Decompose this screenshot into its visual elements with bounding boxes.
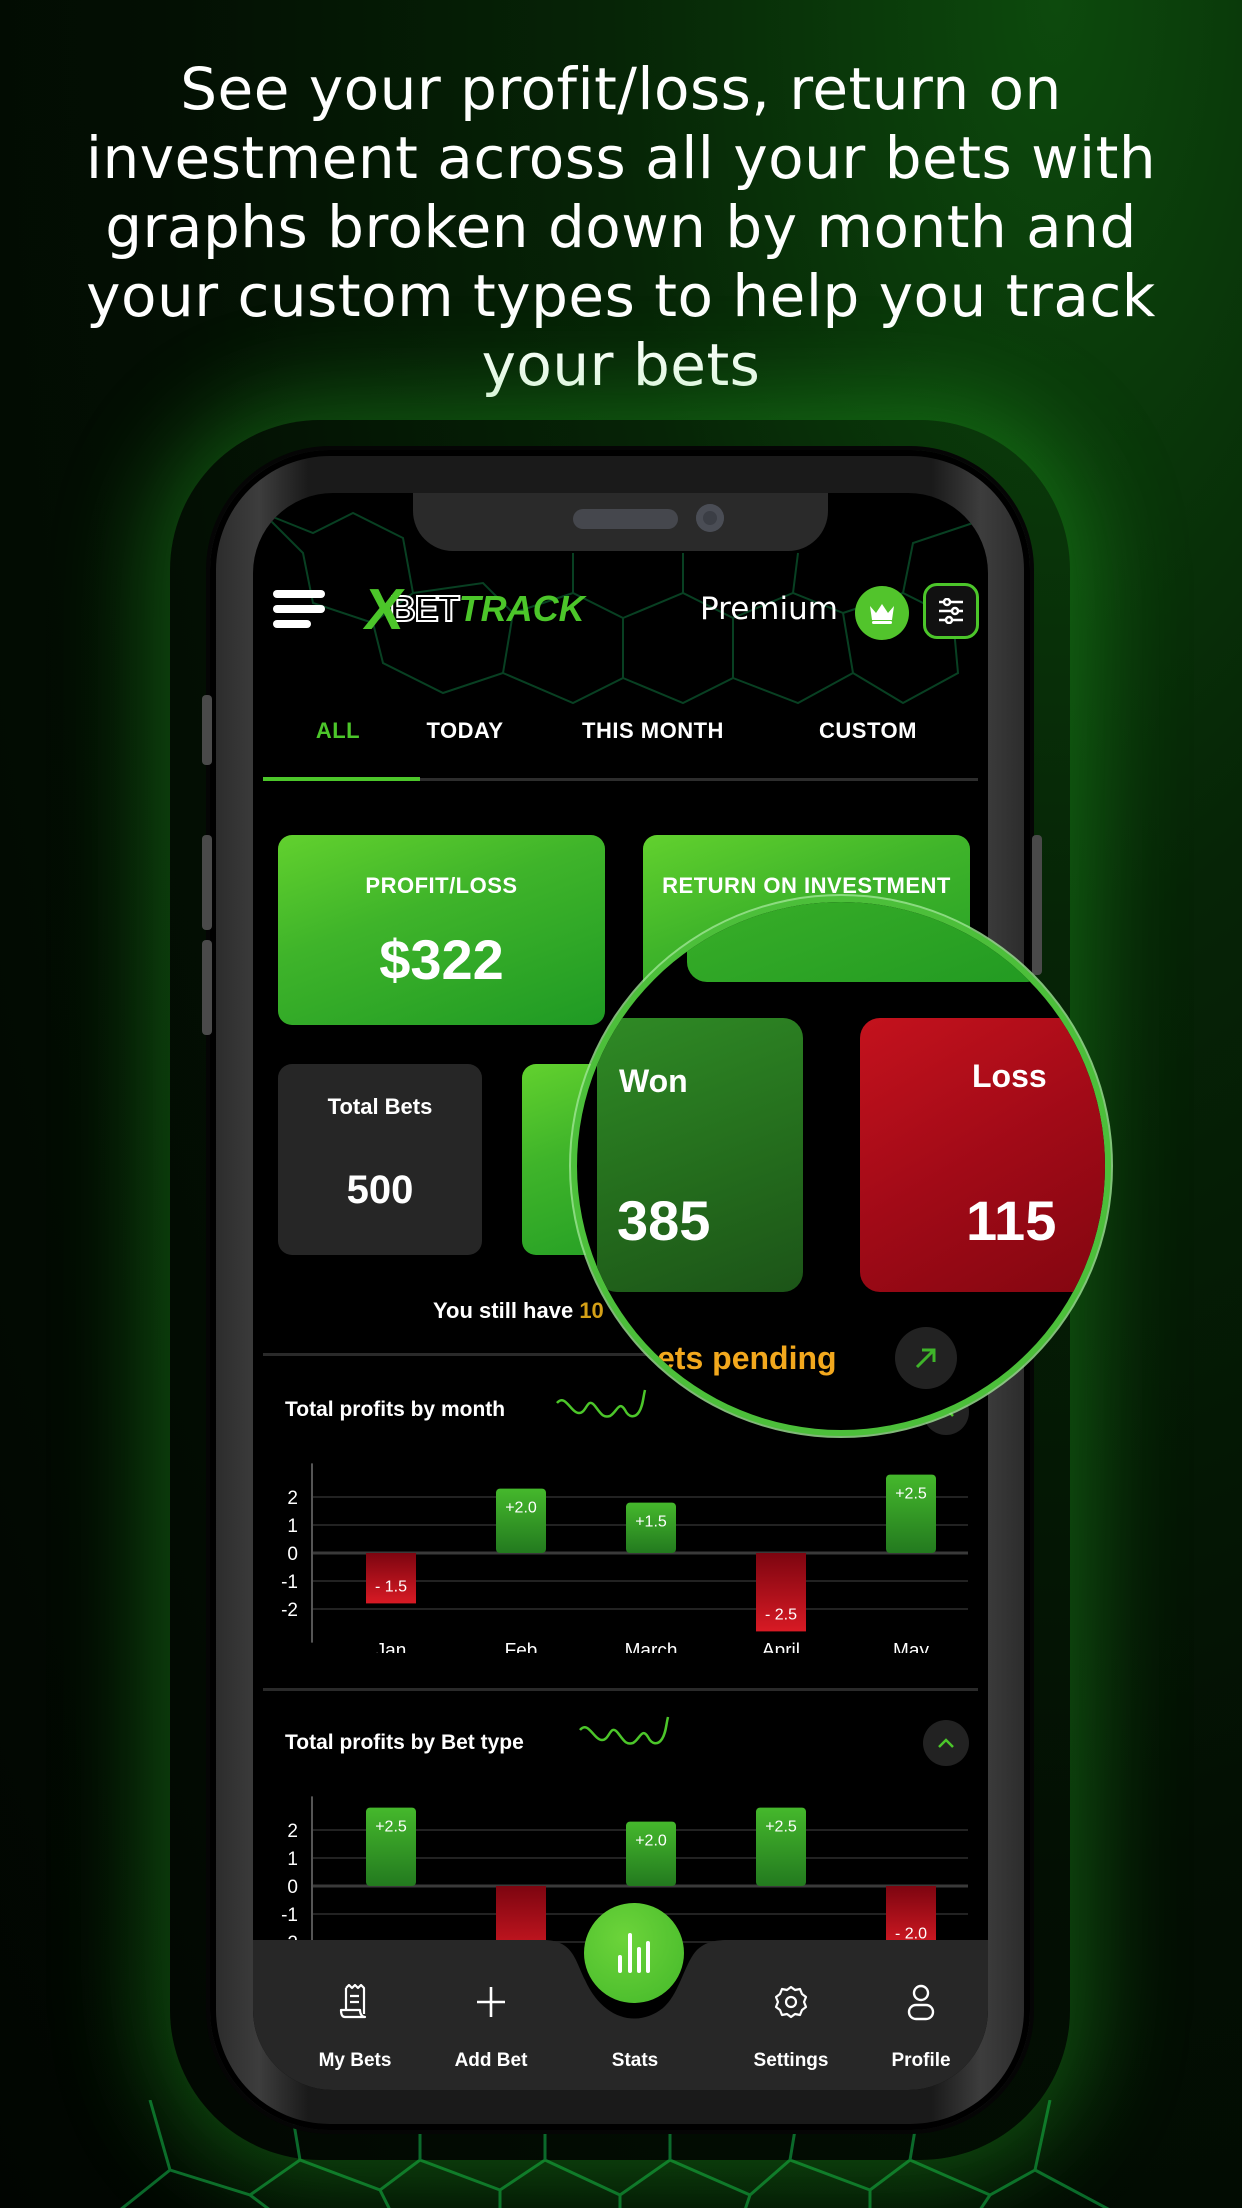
- premium-crown-button[interactable]: [855, 586, 909, 640]
- collapse-bet-type-chart-button[interactable]: [923, 1720, 969, 1766]
- bar-value-label: +1.5: [635, 1514, 667, 1531]
- phone-volume-down-button: [202, 940, 212, 1035]
- total-bets-card[interactable]: Total Bets 500: [278, 1064, 482, 1255]
- phone-volume-up-button: [202, 835, 212, 930]
- won-card-magnified[interactable]: Won 385: [597, 1018, 803, 1292]
- bar-value-label: - 2.5: [765, 1606, 797, 1623]
- profit-loss-card[interactable]: PROFIT/LOSS $322: [278, 835, 605, 1025]
- y-tick-label: 2: [287, 1488, 298, 1509]
- phone-notch: [413, 493, 828, 551]
- bar-positive: [626, 1821, 676, 1886]
- chevron-up-icon: [938, 1738, 954, 1748]
- plus-icon: [477, 1987, 505, 2017]
- y-tick-label: -1: [281, 1572, 298, 1593]
- won-value: 385: [617, 1189, 711, 1252]
- filter-settings-button[interactable]: [923, 583, 979, 639]
- roi-label: RETURN ON INVESTMENT: [662, 873, 951, 898]
- sparkline-icon: [556, 1389, 647, 1418]
- y-tick-label: 1: [287, 1516, 298, 1537]
- arrow-up-right-icon: [915, 1348, 936, 1369]
- tab-custom[interactable]: CUSTOM: [778, 718, 958, 744]
- y-tick-label: 1: [287, 1849, 298, 1870]
- x-tick-label: May: [893, 1641, 929, 1653]
- loss-card-magnified[interactable]: Loss 115: [860, 1018, 1105, 1292]
- front-camera: [696, 504, 724, 532]
- profits-by-month-chart: 2 1 0 -1 -2 - 1.5 Jan +2.0 Feb +1.5 March - 2.5 Apri…: [281, 1463, 968, 1653]
- nav-add-bet-label: Add Bet: [454, 2050, 528, 2071]
- x-tick-label: April: [762, 1641, 800, 1653]
- profit-loss-value: $322: [379, 928, 504, 991]
- pending-prefix: You still have: [433, 1298, 580, 1323]
- bar-value-label: +2.5: [375, 1819, 407, 1836]
- nav-settings-label: Settings: [753, 2050, 829, 2071]
- sparkline-icon: [579, 1716, 670, 1745]
- nav-add-bet[interactable]: Add Bet: [431, 1984, 551, 2071]
- bar-value-label: +2.5: [765, 1819, 797, 1836]
- app-logo: X BET TRACK: [360, 577, 585, 642]
- nav-my-bets[interactable]: My Bets: [295, 1983, 415, 2071]
- receipt-icon: [339, 1983, 367, 2019]
- profit-loss-label: PROFIT/LOSS: [365, 873, 518, 898]
- x-tick-label: Feb: [505, 1641, 538, 1653]
- y-tick-label: 0: [287, 1877, 298, 1898]
- bets-pending-magnified: ets pending: [657, 1340, 837, 1376]
- loss-label: Loss: [972, 1058, 1047, 1094]
- bar-value-label: +2.5: [895, 1486, 927, 1503]
- nav-profile[interactable]: Profile: [861, 1984, 981, 2071]
- sliders-icon: [939, 598, 963, 624]
- tab-today[interactable]: TODAY: [390, 718, 540, 744]
- gear-icon: [774, 1985, 808, 2019]
- bar-positive: [496, 1488, 546, 1553]
- tab-this-month[interactable]: THIS MONTH: [563, 718, 743, 744]
- period-tabs: ALL TODAY THIS MONTH CUSTOM: [263, 718, 978, 778]
- y-tick-label: 2: [287, 1821, 298, 1842]
- premium-label: Premium: [700, 591, 838, 627]
- magnified-roi-card: [687, 902, 1047, 982]
- y-tick-label: -1: [281, 1905, 298, 1926]
- phone-mute-switch: [202, 695, 212, 765]
- loss-value: 115: [966, 1189, 1057, 1252]
- bar-chart-icon: [618, 1933, 650, 1973]
- active-tab-indicator: [263, 777, 420, 781]
- marketing-headline: See your profit/loss, return on investme…: [85, 55, 1157, 399]
- user-icon: [907, 1984, 935, 2021]
- profits-by-month-title: Total profits by month: [285, 1398, 506, 1421]
- won-label: Won: [619, 1063, 688, 1099]
- logo-track: TRACK: [458, 588, 585, 629]
- profits-by-bet-type-title: Total profits by Bet type: [285, 1731, 524, 1754]
- stats-fab-button[interactable]: [584, 1903, 684, 2003]
- pending-count: 10: [579, 1298, 604, 1323]
- y-tick-label: -2: [281, 1600, 298, 1621]
- nav-settings[interactable]: Settings: [731, 1984, 851, 2071]
- nav-stats-label: Stats: [611, 2050, 659, 2071]
- bar-value-label: - 1.5: [375, 1578, 407, 1595]
- hamburger-menu-icon[interactable]: [273, 590, 325, 628]
- bar-value-label: +2.0: [505, 1500, 537, 1517]
- x-tick-label: Jan: [376, 1641, 407, 1653]
- section-divider-2: [263, 1688, 978, 1691]
- total-bets-value: 500: [346, 1168, 414, 1212]
- crown-icon: [870, 604, 894, 624]
- nav-profile-label: Profile: [891, 2050, 951, 2071]
- x-tick-label: March: [625, 1641, 678, 1653]
- pending-bets-notice: You still have 10: [433, 1298, 604, 1324]
- speaker-grille: [573, 509, 678, 529]
- nav-my-bets-label: My Bets: [318, 2050, 392, 2071]
- view-pending-button[interactable]: [895, 1327, 957, 1389]
- logo-x: X: [360, 576, 409, 642]
- total-bets-label: Total Bets: [327, 1094, 433, 1119]
- magnifier-lens: Won 385 Loss 115 ets pending: [577, 902, 1105, 1430]
- bar-value-label: +2.0: [635, 1833, 667, 1850]
- y-tick-label: 0: [287, 1544, 298, 1565]
